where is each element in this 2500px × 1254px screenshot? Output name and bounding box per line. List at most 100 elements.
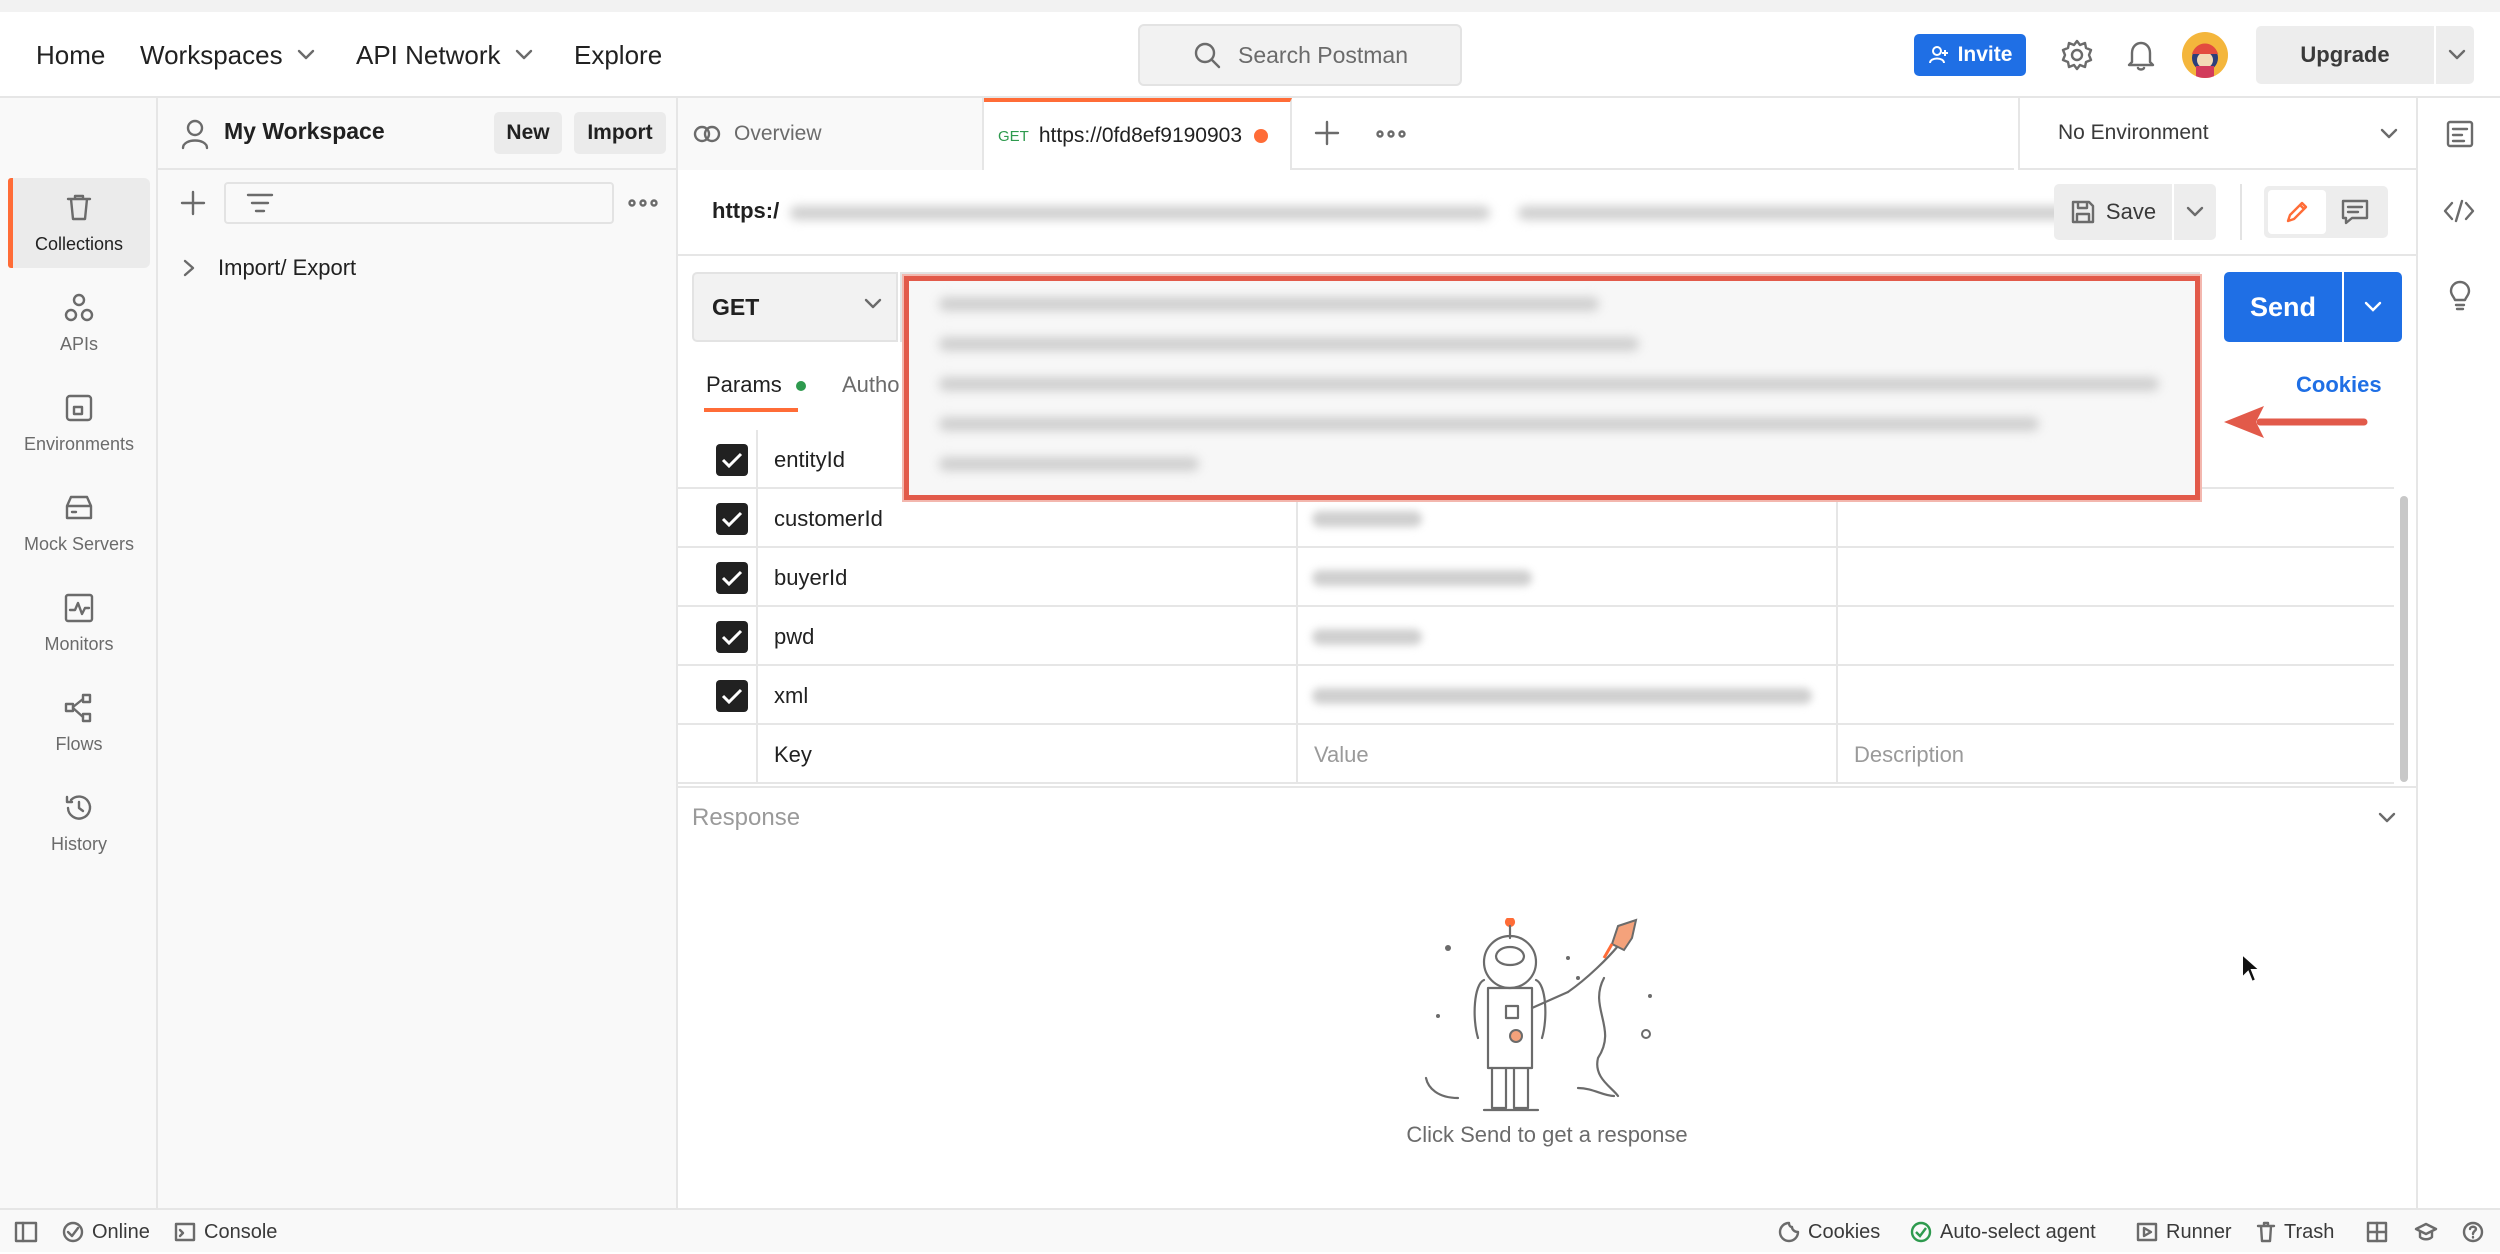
chevron-right-icon <box>183 259 195 277</box>
agent-selector[interactable]: Auto-select agent <box>1910 1210 2096 1254</box>
response-title: Response <box>692 804 801 831</box>
nav-workspaces[interactable]: Workspaces <box>140 12 315 98</box>
chevron-down-icon[interactable] <box>2448 49 2466 61</box>
bell-icon[interactable] <box>2126 38 2156 72</box>
request-url-prefix[interactable]: https:/ <box>712 198 779 224</box>
settings-gear-icon[interactable] <box>2060 38 2094 72</box>
search-input[interactable]: Search Postman <box>1138 24 1462 86</box>
param-key[interactable]: xml <box>758 666 1298 725</box>
status-bar: Online Console Cookies Auto-select agent… <box>0 1208 2500 1252</box>
cookies-button[interactable]: Cookies <box>1778 1210 1880 1254</box>
upgrade-button[interactable]: Upgrade <box>2256 26 2474 84</box>
trash-button[interactable]: Trash <box>2256 1210 2334 1254</box>
plus-icon[interactable] <box>180 190 206 216</box>
param-value[interactable] <box>1298 548 1838 607</box>
environment-label: No Environment <box>2058 121 2209 144</box>
lightbulb-icon[interactable] <box>2446 278 2474 312</box>
param-value[interactable] <box>1298 607 1838 666</box>
new-tab-plus-icon[interactable] <box>1314 120 1340 146</box>
send-label: Send <box>2249 291 2316 322</box>
method-select[interactable]: GET <box>692 272 898 342</box>
filter-input[interactable] <box>224 182 614 224</box>
chevron-down-icon[interactable] <box>2378 812 2396 824</box>
tab-params[interactable]: Params <box>706 372 806 398</box>
sidebar-item-label: History <box>50 833 107 854</box>
sidebar-item-mock-servers[interactable]: Mock Servers <box>8 478 150 568</box>
nav-api-network[interactable]: API Network <box>356 12 533 98</box>
redacted-blur <box>939 457 1199 471</box>
cookies-link[interactable]: Cookies <box>2296 372 2382 398</box>
sidebar-rail: Collections APIs Environments Mock Serve… <box>0 98 158 1208</box>
param-description[interactable] <box>1838 666 2394 725</box>
toggle-sidebar-icon[interactable] <box>14 1221 38 1243</box>
more-options-icon[interactable] <box>628 198 658 208</box>
param-value-input[interactable]: Value <box>1298 725 1838 784</box>
description-placeholder: Description <box>1854 741 1965 767</box>
checkmark-icon <box>721 511 743 528</box>
param-description[interactable] <box>1838 548 2394 607</box>
param-key-text: entityId <box>774 446 845 472</box>
highlight-box <box>904 276 2200 500</box>
sidebar-item-collections[interactable]: Collections <box>8 178 150 268</box>
toolbar-divider <box>2240 184 2242 240</box>
send-button[interactable]: Send <box>2224 272 2342 342</box>
environments-icon <box>65 394 93 421</box>
key-placeholder: Key <box>774 741 812 767</box>
save-options-button[interactable] <box>2174 184 2216 240</box>
tab-overview[interactable]: Overview <box>678 98 984 170</box>
chevron-down-icon <box>297 49 314 60</box>
more-tabs-icon[interactable] <box>1376 129 1406 139</box>
chevron-down-icon <box>515 49 532 60</box>
param-checkbox[interactable] <box>716 680 748 712</box>
collection-name: Import/ Export <box>218 255 357 280</box>
help-icon[interactable] <box>2462 1221 2484 1243</box>
param-description-input[interactable]: Description <box>1838 725 2394 784</box>
sidebar-item-history[interactable]: History <box>8 778 150 868</box>
online-status[interactable]: Online <box>62 1210 150 1254</box>
console-button[interactable]: Console <box>174 1210 277 1254</box>
new-button[interactable]: New <box>494 112 562 154</box>
method-label: GET <box>712 293 760 320</box>
sidebar-item-flows[interactable]: Flows <box>8 678 150 768</box>
params-active-dot <box>795 381 806 392</box>
param-key[interactable]: buyerId <box>758 548 1298 607</box>
sidebar-item-apis[interactable]: APIs <box>8 278 150 368</box>
sidebar-item-monitors[interactable]: Monitors <box>8 578 150 668</box>
environment-quick-look-icon[interactable] <box>2444 118 2476 150</box>
monitor-icon <box>64 593 94 622</box>
param-key-input[interactable]: Key <box>758 725 1298 784</box>
nav-home[interactable]: Home <box>36 12 105 98</box>
sidebar-item-environments[interactable]: Environments <box>8 378 150 468</box>
param-key[interactable]: pwd <box>758 607 1298 666</box>
import-button[interactable]: Import <box>574 112 666 154</box>
avatar[interactable] <box>2182 32 2228 78</box>
chevron-down-icon <box>2186 206 2204 217</box>
params-scrollbar[interactable] <box>2400 496 2408 782</box>
bootcamp-icon[interactable] <box>2414 1221 2438 1243</box>
cookies-link-label: Cookies <box>2296 372 2382 397</box>
invite-button[interactable]: Invite <box>1914 34 2026 76</box>
edit-mode-button[interactable] <box>2268 190 2326 234</box>
comment-icon[interactable] <box>2340 198 2370 226</box>
tab-request[interactable]: GET https://0fd8ef9190903 <box>984 98 1292 170</box>
param-checkbox[interactable] <box>716 562 748 594</box>
check-circle-icon <box>62 1221 84 1243</box>
runner-icon <box>2136 1222 2158 1242</box>
runner-button[interactable]: Runner <box>2136 1210 2232 1254</box>
tab-method-badge: GET <box>998 127 1029 145</box>
param-checkbox[interactable] <box>716 444 748 476</box>
param-checkbox[interactable] <box>716 503 748 535</box>
unsaved-dot <box>1254 129 1269 143</box>
param-value[interactable] <box>1298 666 1838 725</box>
param-checkbox[interactable] <box>716 621 748 653</box>
environment-selector[interactable]: No Environment <box>2018 98 2438 170</box>
tab-authorization[interactable]: Autho <box>842 372 900 398</box>
param-description[interactable] <box>1838 607 2394 666</box>
cookie-icon <box>1778 1221 1800 1243</box>
code-icon[interactable] <box>2442 198 2476 224</box>
collection-item[interactable]: Import/ Export <box>182 250 356 286</box>
layout-icon[interactable] <box>2366 1221 2388 1243</box>
save-button[interactable]: Save <box>2054 184 2172 240</box>
send-options-button[interactable] <box>2344 272 2402 342</box>
nav-explore[interactable]: Explore <box>574 12 662 98</box>
